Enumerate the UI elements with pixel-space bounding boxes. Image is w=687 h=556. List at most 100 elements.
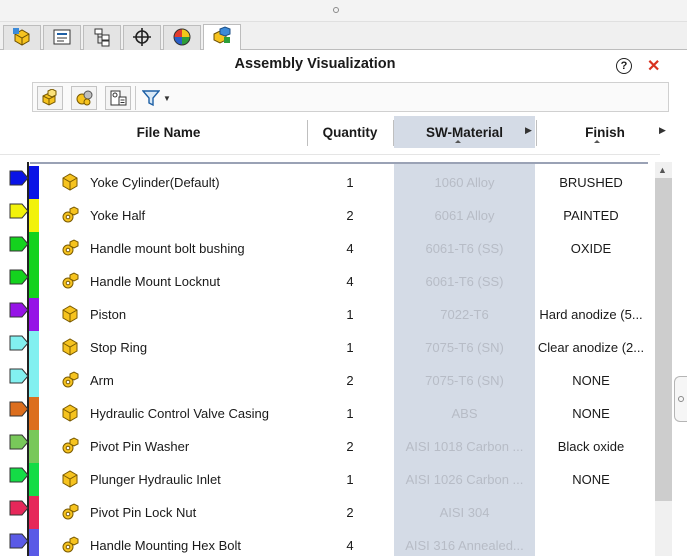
- color-slider-flag-icon[interactable]: [9, 203, 29, 222]
- color-slider-flag-icon[interactable]: [9, 269, 29, 288]
- quantity-cell: 1: [346, 175, 354, 190]
- quantity-cell: 2: [346, 505, 354, 520]
- file-name-cell: Pivot Pin Washer: [90, 439, 190, 454]
- part-icon: [60, 469, 80, 489]
- material-cell: AISI 1026 Carbon ...: [405, 472, 524, 487]
- finish-cell: Hard anodize (5...: [539, 307, 643, 322]
- header-divider: [0, 154, 660, 155]
- file-name-cell: Plunger Hydraulic Inlet: [90, 472, 221, 487]
- file-name-cell: Hydraulic Control Valve Casing: [90, 406, 269, 421]
- file-name-cell: Pivot Pin Lock Nut: [90, 505, 197, 520]
- column-header-sw-material[interactable]: SW-Material: [394, 116, 535, 148]
- close-icon[interactable]: ✕: [647, 56, 660, 76]
- color-slider-flag-icon[interactable]: [9, 401, 29, 420]
- column-header-file-name[interactable]: File Name: [30, 116, 307, 148]
- column-header-finish[interactable]: Finish: [537, 116, 673, 148]
- part-icon: [60, 337, 80, 357]
- file-name-cell: Handle mount bolt bushing: [90, 241, 245, 256]
- finish-cell: NONE: [572, 373, 610, 388]
- color-bar-segment: [29, 166, 39, 199]
- chevron-right-icon[interactable]: ▶: [525, 125, 532, 136]
- table-row[interactable]: Arm 2 7075-T6 (SN) NONE: [0, 364, 655, 397]
- material-cell: AISI 316 Annealed...: [405, 538, 524, 553]
- color-bar-segment: [29, 496, 39, 529]
- column-header-quantity[interactable]: Quantity: [308, 116, 392, 148]
- color-slider-flag-icon[interactable]: [9, 533, 29, 552]
- grouped-parts-icon[interactable]: [71, 86, 97, 110]
- help-icon[interactable]: ?: [616, 58, 632, 74]
- file-name-cell: Stop Ring: [90, 340, 148, 355]
- quantity-cell: 1: [346, 340, 354, 355]
- finish-cell: PAINTED: [563, 208, 619, 223]
- table-row[interactable]: Handle Mounting Hex Bolt 4 AISI 316 Anneal…: [0, 529, 655, 556]
- color-slider-flag-icon[interactable]: [9, 302, 29, 321]
- tab-display-manager[interactable]: [163, 25, 201, 50]
- manager-tab-bar: [0, 22, 687, 50]
- handle-dot-icon: [678, 396, 684, 402]
- assembly-icon: [60, 205, 80, 225]
- color-slider-flag-icon[interactable]: [9, 170, 29, 189]
- table-row[interactable]: Stop Ring 1 7075-T6 (SN) Clear anodize (2..…: [0, 331, 655, 364]
- table-row[interactable]: Pivot Pin Lock Nut 2 AISI 304: [0, 496, 655, 529]
- finish-cell: [537, 265, 645, 298]
- color-bar-segment: [29, 331, 39, 364]
- table-row[interactable]: Hydraulic Control Valve Casing 1 ABS NONE: [0, 397, 655, 430]
- color-bar-segment: [29, 232, 39, 265]
- file-name-cell: Yoke Cylinder(Default): [90, 175, 220, 190]
- finish-cell: NONE: [572, 472, 610, 487]
- material-cell: AISI 1018 Carbon ...: [405, 439, 524, 454]
- tab-configuration-manager[interactable]: [83, 25, 121, 50]
- color-slider-flag-icon[interactable]: [9, 467, 29, 486]
- table-row[interactable]: Pivot Pin Washer 2 AISI 1018 Carbon ... Bla…: [0, 430, 655, 463]
- material-cell: 7022-T6: [440, 307, 489, 322]
- table-row[interactable]: Handle mount bolt bushing 4 6061-T6 (SS) OX…: [0, 232, 655, 265]
- finish-cell: NONE: [572, 406, 610, 421]
- side-collapse-handle[interactable]: [674, 376, 687, 422]
- color-bar-segment: [29, 265, 39, 298]
- tab-property-manager[interactable]: [43, 25, 81, 50]
- filter-button[interactable]: ▼: [139, 86, 173, 110]
- tab-feature-manager[interactable]: [3, 25, 41, 50]
- color-slider-flag-icon[interactable]: [9, 368, 29, 387]
- table-row[interactable]: Plunger Hydraulic Inlet 1 AISI 1026 Carbon…: [0, 463, 655, 496]
- color-slider-flag-icon[interactable]: [9, 236, 29, 255]
- assembly-parts-icon[interactable]: [37, 86, 63, 110]
- scroll-up-icon[interactable]: ▲: [658, 165, 667, 175]
- finish-cell: [537, 496, 645, 529]
- material-cell: 1060 Alloy: [434, 175, 495, 190]
- finish-cell: Black oxide: [557, 439, 625, 454]
- finish-cell: Clear anodize (2...: [537, 340, 645, 355]
- toolbar-separator: [135, 86, 136, 110]
- scrollbar-thumb[interactable]: [655, 178, 672, 501]
- table-row[interactable]: Piston 1 7022-T6 Hard anodize (5...: [0, 298, 655, 331]
- panel-title: Assembly Visualization: [234, 56, 396, 72]
- tab-dimxpert-manager[interactable]: [123, 25, 161, 50]
- color-slider-flag-icon[interactable]: [9, 335, 29, 354]
- material-cell: ABS: [451, 406, 478, 421]
- part-icon: [60, 172, 80, 192]
- grip-dot-icon: [333, 7, 339, 13]
- color-bar-segment: [29, 364, 39, 397]
- color-slider-flag-icon[interactable]: [9, 434, 29, 453]
- assembly-icon: [60, 502, 80, 522]
- table-row[interactable]: Yoke Cylinder(Default) 1 1060 Alloy BRUSHED: [0, 166, 655, 199]
- configuration-manager-icon: [91, 27, 113, 50]
- material-cell: 6061 Alloy: [434, 208, 495, 223]
- assembly-icon: [60, 535, 80, 555]
- feature-manager-icon: [11, 27, 33, 50]
- table-row[interactable]: Handle Mount Locknut 4 6061-T6 (SS): [0, 265, 655, 298]
- sort-indicator-icon: [455, 140, 461, 143]
- panel-resize-grip[interactable]: [0, 0, 687, 22]
- chevron-right-icon[interactable]: ▶: [659, 125, 666, 136]
- tab-assembly-visualization[interactable]: [203, 24, 241, 50]
- table-row[interactable]: Yoke Half 2 6061 Alloy PAINTED: [0, 199, 655, 232]
- quantity-cell: 4: [346, 241, 354, 256]
- assembly-icon: [60, 370, 80, 390]
- chevron-down-icon: ▼: [163, 93, 171, 103]
- sort-indicator-icon: [594, 140, 600, 143]
- color-bar-segment: [29, 529, 39, 556]
- visualization-toolbar: ▼: [32, 82, 669, 112]
- properties-icon[interactable]: [105, 86, 131, 110]
- color-bar-segment: [29, 199, 39, 232]
- color-slider-flag-icon[interactable]: [9, 500, 29, 519]
